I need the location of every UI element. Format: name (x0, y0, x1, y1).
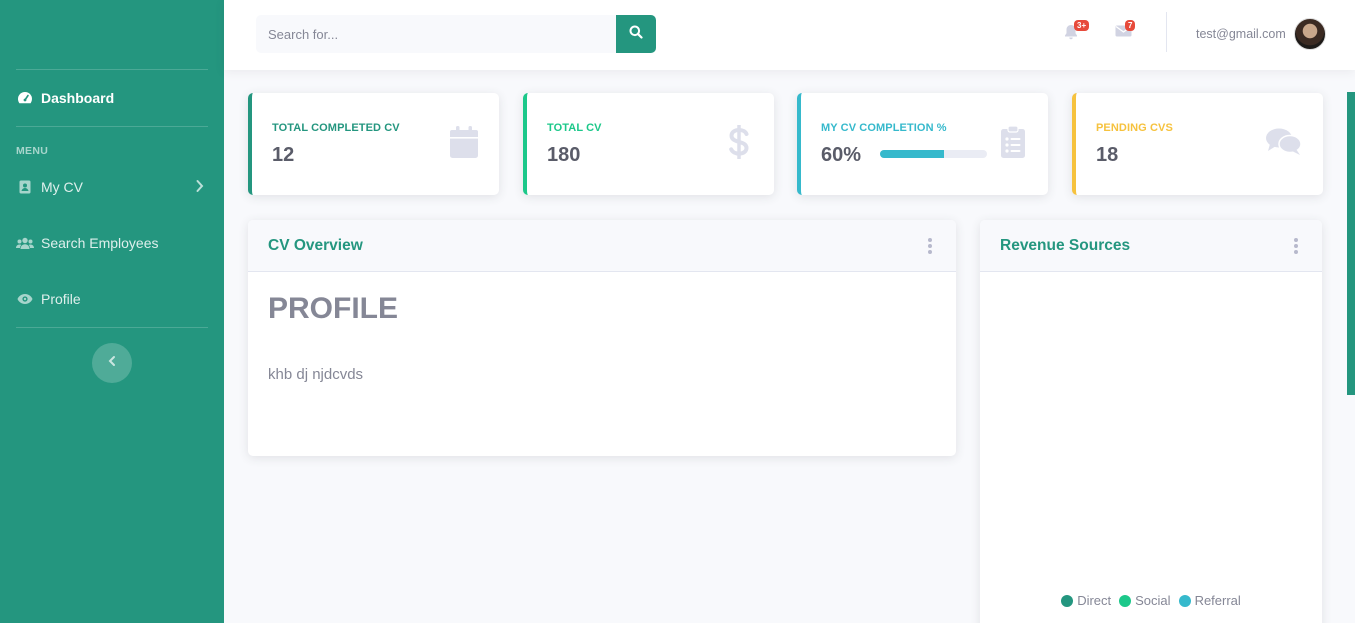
legend-label: Social (1135, 593, 1171, 608)
legend-dot (1178, 594, 1191, 607)
stat-card-total-completed-cv: TOTAL COMPLETED CV 12 (248, 93, 499, 195)
sidebar-divider (16, 69, 208, 70)
legend-label: Referral (1194, 593, 1241, 608)
legend-item-direct: Direct (1061, 593, 1111, 608)
eye-icon (16, 292, 34, 306)
sidebar: Dashboard MENU My CV Search Employees Pr… (0, 0, 224, 623)
stat-card-cv-completion: MY CV COMPLETION % 60% (797, 93, 1048, 195)
sidebar-item-profile[interactable]: Profile (16, 291, 208, 307)
calendar-icon (447, 125, 481, 159)
messages-badge: 7 (1125, 20, 1136, 31)
sidebar-item-label: Profile (41, 291, 81, 307)
cv-overview-panel: CV Overview PROFILE khb dj njdcvds (248, 220, 956, 456)
sidebar-item-label: Dashboard (41, 90, 115, 106)
completion-progress-bar (880, 150, 987, 158)
stat-value: 12 (272, 144, 295, 166)
scrollbar-thumb[interactable] (1347, 92, 1355, 395)
stat-value: 60% (821, 144, 862, 166)
user-email: test@gmail.com (1196, 27, 1286, 41)
stat-label: TOTAL COMPLETED CV (272, 122, 400, 134)
sidebar-item-dashboard[interactable]: Dashboard (16, 90, 208, 106)
legend-label: Direct (1077, 593, 1112, 608)
sidebar-item-label: My CV (41, 179, 83, 195)
more-options-button[interactable] (1290, 238, 1302, 254)
stat-label: PENDING CVS (1096, 122, 1173, 134)
chevron-left-icon (108, 354, 116, 372)
sidebar-heading: MENU (16, 145, 49, 157)
progress-fill (880, 150, 945, 158)
sidebar-divider (16, 126, 208, 127)
search-button[interactable] (616, 15, 656, 53)
panel-title: CV Overview (268, 237, 363, 254)
search-input[interactable] (256, 15, 616, 53)
comments-icon (1265, 125, 1303, 159)
revenue-sources-panel: Revenue Sources Direct Social Referral (980, 220, 1322, 623)
search-bar (256, 15, 656, 53)
stat-value: 18 (1096, 144, 1119, 166)
sidebar-toggle-button[interactable] (92, 343, 132, 383)
panel-header: Revenue Sources (980, 220, 1322, 272)
alerts-button[interactable]: 3+ (1064, 20, 1090, 44)
dollar-icon (722, 125, 756, 159)
legend-item-referral: Referral (1178, 593, 1241, 608)
topbar: 3+ 7 test@gmail.com (224, 0, 1355, 70)
sidebar-item-label: Search Employees (41, 235, 159, 251)
user-menu[interactable]: test@gmail.com (1196, 18, 1326, 50)
panel-header: CV Overview (248, 220, 956, 272)
legend-item-social: Social (1119, 593, 1171, 608)
more-options-button[interactable] (924, 238, 936, 254)
stat-label: TOTAL CV (547, 122, 602, 134)
profile-text: khb dj njdcvds (268, 366, 364, 383)
chevron-right-icon (196, 179, 204, 196)
sidebar-divider (16, 327, 208, 328)
profile-heading: PROFILE (268, 292, 399, 325)
sidebar-item-my-cv[interactable]: My CV (16, 179, 208, 195)
users-icon (16, 236, 34, 250)
topbar-divider (1166, 12, 1167, 52)
tachometer-icon (16, 91, 34, 105)
avatar (1293, 18, 1326, 50)
clipboard-list-icon (996, 125, 1030, 159)
messages-button[interactable]: 7 (1115, 20, 1137, 44)
legend-dot (1061, 594, 1074, 607)
legend-dot (1119, 594, 1132, 607)
scrollbar-track[interactable] (1355, 0, 1367, 623)
stat-card-pending-cvs: PENDING CVS 18 (1072, 93, 1323, 195)
sidebar-item-search-employees[interactable]: Search Employees (16, 235, 208, 251)
stat-card-total-cv: TOTAL CV 180 (523, 93, 774, 195)
stat-label: MY CV COMPLETION % (821, 122, 947, 134)
stat-value: 180 (547, 144, 581, 166)
chart-legend: Direct Social Referral (980, 593, 1322, 608)
address-book-icon (16, 180, 34, 194)
search-icon (629, 25, 643, 44)
panel-title: Revenue Sources (1000, 237, 1131, 254)
alerts-badge: 3+ (1074, 20, 1090, 31)
